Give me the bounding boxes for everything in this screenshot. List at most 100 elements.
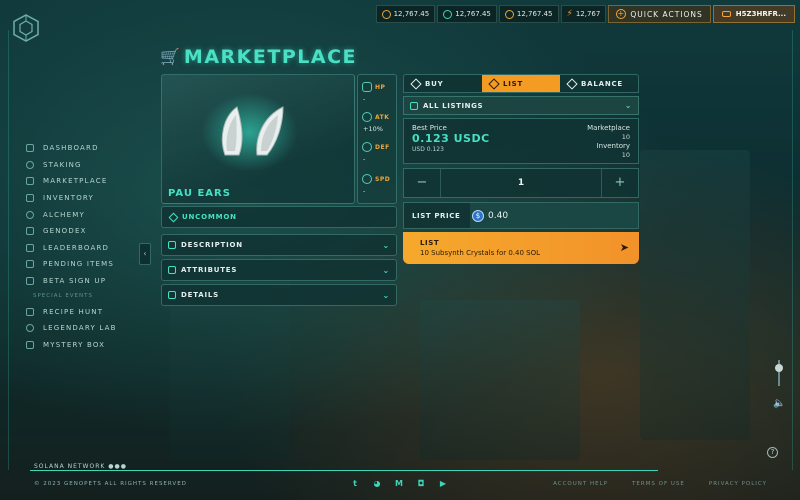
tab-buy[interactable]: BUY [404, 75, 482, 92]
trade-tabs: BUY LIST BALANCE [403, 74, 639, 93]
youtube-icon[interactable]: ▶ [437, 478, 449, 489]
inventory-icon [26, 194, 34, 203]
currency-value: 12,767.45 [393, 10, 430, 18]
sidebar-item-label: PENDING ITEMS [43, 260, 115, 269]
sidebar-item-label: MYSTERY BOX [43, 340, 106, 349]
sidebar-item-pending-items[interactable]: PENDING ITEMS [26, 256, 146, 273]
sidebar-item-staking[interactable]: STAKING [26, 157, 146, 174]
twitter-icon[interactable]: t [349, 478, 361, 489]
leaderboard-icon [26, 243, 34, 252]
best-price-usd: USD 0.123 [412, 146, 444, 153]
page-title-text: MARKETPLACE [183, 46, 357, 68]
top-bar: 12,767.45 12,767.45 12,767.45 ⚡ 12,767 +… [375, 5, 795, 23]
sidebar-item-recipe-hunt[interactable]: RECIPE HUNT [26, 303, 146, 320]
item-name: PAU EARS [168, 188, 231, 199]
usdc-icon: $ [472, 209, 484, 222]
shield-icon [362, 142, 372, 152]
sidebar-item-label: LEGENDARY LAB [43, 324, 117, 333]
currency-balance[interactable]: 12,767.45 [498, 5, 559, 23]
tab-list[interactable]: LIST [482, 75, 560, 92]
tab-label: BALANCE [581, 79, 624, 88]
inventory-label: Inventory [596, 142, 630, 150]
chevron-down-icon: ⌄ [624, 101, 632, 110]
attributes-accordion[interactable]: ATTRIBUTES ⌄ [161, 259, 397, 281]
frame-border [8, 30, 9, 470]
sidebar-item-legendary-lab[interactable]: LEGENDARY LAB [26, 320, 146, 337]
privacy-link[interactable]: PRIVACY POLICY [709, 481, 767, 487]
sidebar-item-alchemy[interactable]: ALCHEMY [26, 206, 146, 223]
quantity-value[interactable]: 1 [440, 169, 602, 197]
item-preview-card: PAU EARS [161, 74, 355, 204]
description-icon [168, 241, 176, 249]
help-icon[interactable]: ? [767, 447, 778, 458]
list-submit-button[interactable]: LIST 10 Subsynth Crystals for 0.40 SOL ➤ [403, 232, 639, 264]
cart-icon [26, 177, 34, 186]
sidebar-collapse-button[interactable]: ‹ [139, 243, 151, 265]
terms-link[interactable]: TERMS OF USE [632, 481, 685, 487]
details-accordion[interactable]: DETAILS ⌄ [161, 284, 397, 306]
stat-label: ATK [375, 113, 390, 121]
account-help-link[interactable]: ACCOUNT HELP [553, 481, 608, 487]
currency-balance[interactable]: ⚡ 12,767 [560, 5, 607, 23]
marketplace-label: Marketplace [587, 124, 630, 132]
tab-balance[interactable]: BALANCE [560, 75, 638, 92]
rarity-badge: UNCOMMON [161, 206, 397, 228]
tab-label: LIST [503, 79, 524, 88]
sidebar-item-label: STAKING [43, 160, 82, 169]
item-stats-panel: HP - ATK +10% DEF - SPD - [357, 74, 397, 204]
wallet-button[interactable]: H5Z3HRFR... [712, 5, 795, 23]
best-price-label: Best Price [412, 124, 447, 132]
stat-def: DEF - [362, 142, 398, 163]
box-icon [26, 340, 34, 349]
hourglass-icon [26, 260, 34, 269]
sidebar-item-dashboard[interactable]: DASHBOARD [26, 140, 146, 157]
sidebar-item-beta-sign-up[interactable]: BETA SIGN UP [26, 273, 146, 290]
sidebar-item-marketplace[interactable]: MARKETPLACE [26, 173, 146, 190]
instagram-icon[interactable]: ◘ [415, 478, 427, 489]
sidebar-item-label: GENODEX [43, 227, 87, 236]
sword-icon [362, 112, 372, 122]
sidebar-item-label: ALCHEMY [43, 210, 85, 219]
quantity-stepper: − 1 + [403, 168, 639, 198]
sidebar-item-label: RECIPE HUNT [43, 307, 104, 316]
recipe-icon [26, 307, 34, 316]
footer-links: ACCOUNT HELP TERMS OF USE PRIVACY POLICY [553, 481, 767, 487]
currency-value: 12,767 [575, 10, 601, 18]
sidebar-item-mystery-box[interactable]: MYSTERY BOX [26, 337, 146, 354]
speaker-icon[interactable]: 🔈 [773, 398, 785, 409]
pau-ears-image [221, 106, 284, 156]
medium-icon[interactable]: M [393, 478, 405, 489]
currency-balance[interactable]: 12,767.45 [437, 5, 497, 23]
all-listings-label: ALL LISTINGS [423, 101, 484, 110]
listings-icon [410, 101, 418, 110]
increase-quantity-button[interactable]: + [602, 169, 638, 197]
plus-icon: + [616, 9, 627, 19]
best-price-value: 0.123 USDC [412, 132, 490, 145]
buy-icon [410, 77, 422, 90]
chevron-down-icon: ⌄ [382, 290, 390, 300]
footer-divider [30, 470, 658, 471]
rarity-diamond-icon [168, 212, 179, 222]
discord-icon[interactable]: ◕ [371, 478, 383, 489]
send-icon: ➤ [619, 241, 629, 254]
sidebar-item-leaderboard[interactable]: LEADERBOARD [26, 240, 146, 257]
list-price-row: LIST PRICE $ 0.40 [403, 202, 639, 229]
heart-icon [362, 82, 372, 92]
currency-balance[interactable]: 12,767.45 [375, 5, 436, 23]
speed-icon [362, 174, 372, 184]
all-listings-dropdown[interactable]: ALL LISTINGS ⌄ [403, 96, 639, 115]
genopets-logo-icon[interactable] [13, 14, 39, 42]
sidebar-item-genodex[interactable]: GENODEX [26, 223, 146, 240]
description-accordion[interactable]: DESCRIPTION ⌄ [161, 234, 397, 256]
sidebar-item-inventory[interactable]: INVENTORY [26, 190, 146, 207]
quick-actions-button[interactable]: + QUICK ACTIONS [608, 5, 711, 23]
coin-icon [381, 9, 391, 19]
tab-label: BUY [425, 79, 444, 88]
list-price-input[interactable]: $ 0.40 [470, 203, 638, 228]
marketplace-count: 10 [621, 133, 630, 141]
list-price-label: LIST PRICE [412, 211, 461, 220]
wallet-icon [721, 11, 731, 17]
sidebar-item-label: BETA SIGN UP [43, 277, 107, 286]
decrease-quantity-button[interactable]: − [404, 169, 440, 197]
volume-slider-handle[interactable] [775, 364, 783, 372]
